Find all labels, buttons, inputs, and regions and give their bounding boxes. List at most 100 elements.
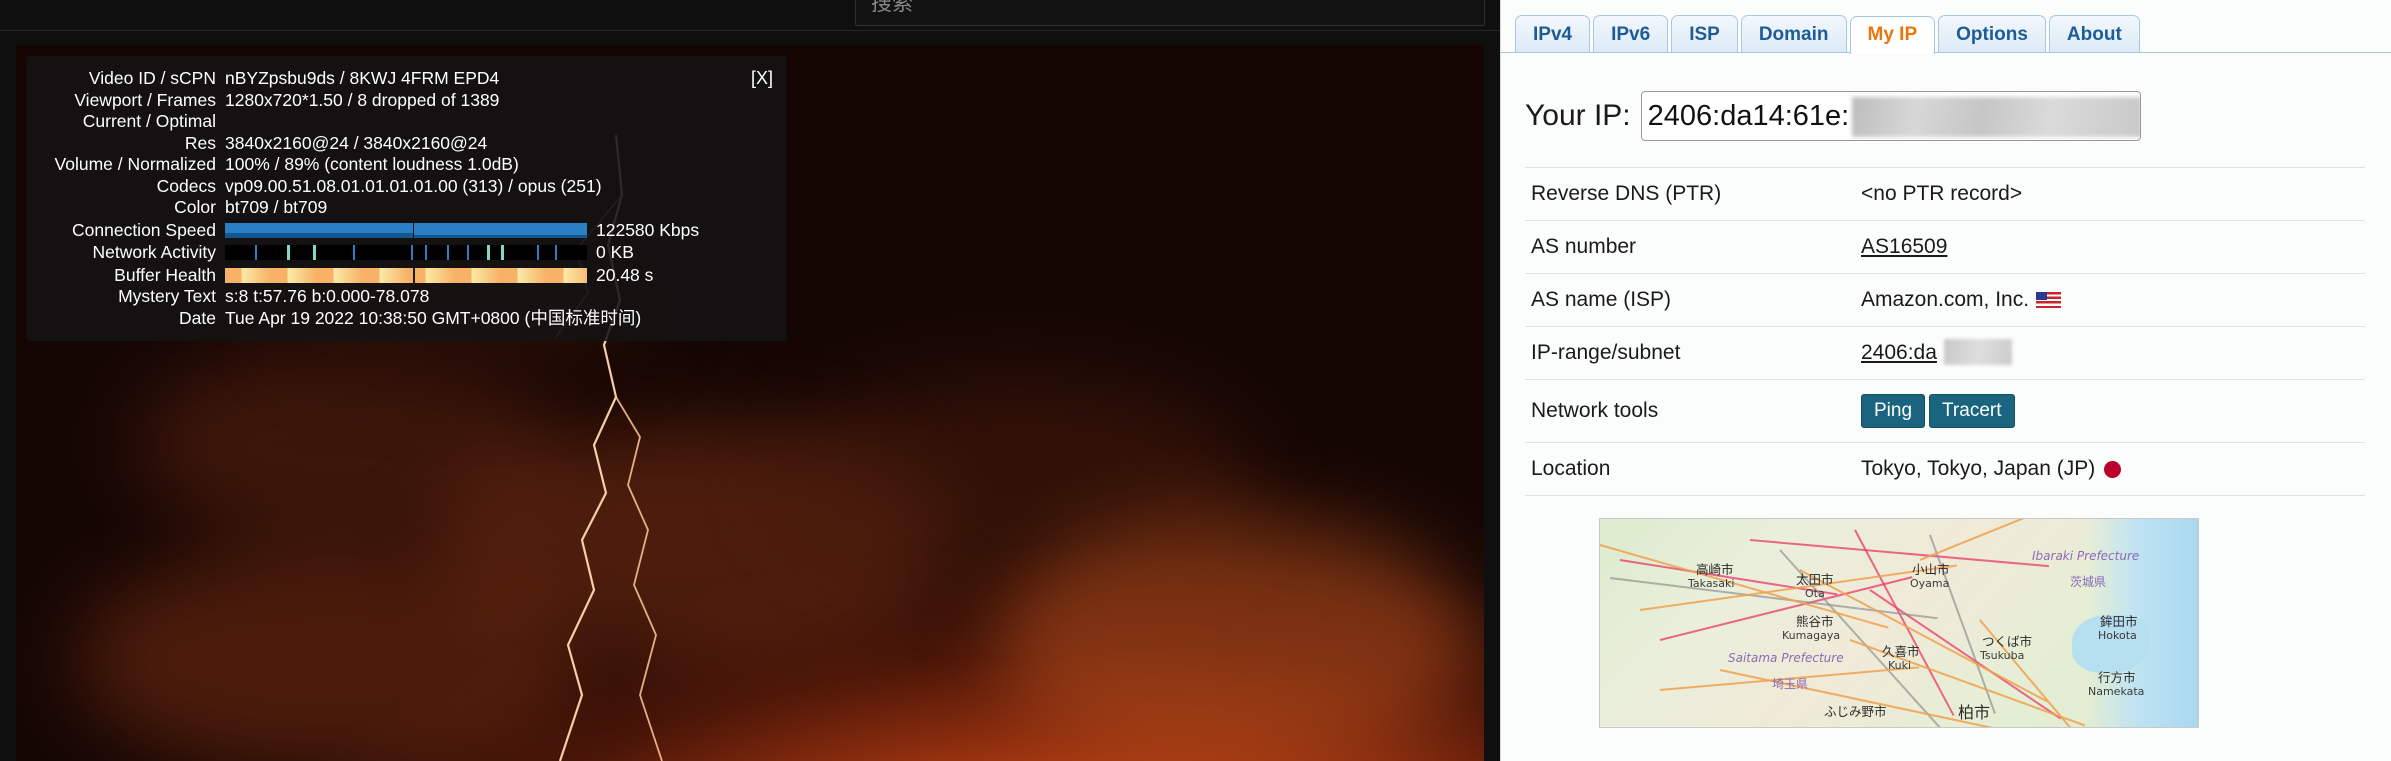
- buffer-health-graph: [225, 267, 587, 283]
- map-label-ota: Ota: [1805, 587, 1825, 600]
- detail-key: Network tools: [1525, 379, 1855, 443]
- tab-about[interactable]: About: [2048, 15, 2140, 53]
- map-label-tsukuba-jp: つくば市: [1982, 634, 2033, 649]
- detail-key: Location: [1525, 442, 1855, 496]
- stats-value: 3840x2160@24 / 3840x2160@24: [225, 132, 488, 153]
- map-label-saitama-jp: 埼玉県: [1772, 677, 1809, 691]
- map-label-kuki: Kuki: [1888, 659, 1912, 672]
- ip-range-link[interactable]: 2406:da: [1861, 341, 1937, 364]
- as-name-value: Amazon.com, Inc.: [1861, 288, 2030, 311]
- stats-label: Res: [184, 132, 216, 153]
- subnet-wrapper: 2406:da: [1861, 339, 2012, 365]
- detail-value-cell: Amazon.com, Inc.: [1855, 273, 2365, 327]
- browser-video-pane: 搜索 [X] Video ID / sCPN nBYZpsbu9ds / 8KW…: [0, 0, 1500, 761]
- stats-value: 122580 Kbps: [596, 219, 700, 240]
- detail-key: Reverse DNS (PTR): [1525, 167, 1855, 221]
- map-label-oyama-jp: 小山市: [1912, 562, 1950, 577]
- detail-key: IP-range/subnet: [1525, 326, 1855, 380]
- stats-value: vp09.00.51.08.01.01.01.01.00 (313) / opu…: [225, 175, 602, 196]
- stats-label: Network Activity: [92, 242, 217, 262]
- map-label-takasaki: Takasaki: [1688, 577, 1735, 590]
- table-row: AS number AS16509: [1525, 220, 2365, 274]
- stats-label: Video ID / sCPN: [88, 68, 216, 88]
- as-number-link[interactable]: AS16509: [1861, 235, 1947, 258]
- cloud-shape: [76, 545, 576, 761]
- table-row: Network tools Ping Tracert: [1525, 379, 2365, 443]
- your-ip-input[interactable]: 2406:da14:61e:: [1640, 91, 2141, 141]
- table-row: AS name (ISP) Amazon.com, Inc.: [1525, 273, 2365, 327]
- stats-row-date: Date Tue Apr 19 2022 10:38:50 GMT+0800 (…: [37, 308, 773, 330]
- stats-row-mystery-text: Mystery Text s:8 t:57.76 b:0.000-78.078: [37, 286, 773, 308]
- screen: 搜索 [X] Video ID / sCPN nBYZpsbu9ds / 8KW…: [0, 0, 2391, 761]
- stats-label: Codecs: [156, 175, 216, 196]
- tab-ipv4[interactable]: IPv4: [1515, 15, 1591, 53]
- stats-value: nBYZpsbu9ds / 8KWJ 4FRM EPD4: [225, 68, 500, 88]
- stats-row-video-id: Video ID / sCPN nBYZpsbu9ds / 8KWJ 4FRM …: [37, 68, 773, 90]
- connection-speed-graph: [225, 222, 587, 238]
- map-label-kumagaya-jp: 熊谷市: [1796, 614, 1834, 629]
- stats-label: Mystery Text: [118, 286, 216, 306]
- map-label-hokota: Hokota: [2098, 629, 2137, 642]
- detail-key: AS name (ISP): [1525, 273, 1855, 327]
- stats-value: 1280x720*1.50 / 8 dropped of 1389: [225, 89, 500, 110]
- map-label-kashiwa-jp: 柏市: [1958, 703, 1991, 722]
- stats-value: s:8 t:57.76 b:0.000-78.078: [225, 286, 430, 306]
- detail-key: AS number: [1525, 220, 1855, 274]
- search-input[interactable]: 搜索: [855, 0, 1485, 26]
- stats-row-codecs: Codecs vp09.00.51.08.01.01.01.01.00 (313…: [37, 176, 773, 198]
- map-label-namekata-jp: 行方市: [2098, 670, 2136, 685]
- stats-value: Tue Apr 19 2022 10:38:50 GMT+0800 (中国标准时…: [225, 307, 642, 328]
- cloud-shape: [996, 515, 1476, 761]
- detail-value-cell: Ping Tracert: [1855, 379, 2365, 443]
- close-icon[interactable]: [X]: [751, 68, 773, 88]
- map-label-namekata: Namekata: [2088, 685, 2145, 698]
- youtube-topbar: 搜索: [0, 0, 1500, 30]
- stats-value: 0 KB: [596, 242, 634, 262]
- tracert-button[interactable]: Tracert: [1929, 394, 2015, 428]
- detail-value-cell: AS16509: [1855, 220, 2365, 274]
- location-map[interactable]: 高崎市 Takasaki 太田市 Ota 小山市 Oyama Ibaraki P…: [1599, 518, 2199, 728]
- tab-isp[interactable]: ISP: [1671, 15, 1738, 53]
- ping-button[interactable]: Ping: [1861, 394, 1926, 428]
- stats-row-buffer-health: Buffer Health 20.48 s: [37, 265, 773, 287]
- stats-row-network-activity: Network Activity 0 KB: [37, 242, 773, 264]
- tab-ipv6[interactable]: IPv6: [1593, 15, 1669, 53]
- map-label-takasaki-jp: 高崎市: [1696, 562, 1734, 577]
- location-value: Tokyo, Tokyo, Japan (JP): [1861, 457, 2096, 480]
- video-player[interactable]: [X] Video ID / sCPN nBYZpsbu9ds / 8KWJ 4…: [16, 45, 1484, 761]
- map-label-tsukuba: Tsukuba: [1980, 649, 2025, 662]
- flag-jp-icon: [2104, 461, 2122, 478]
- map-label-kuki-jp: 久喜市: [1882, 644, 1920, 659]
- tab-my-ip[interactable]: My IP: [1849, 16, 1936, 54]
- map-label-ota-jp: 太田市: [1796, 572, 1834, 587]
- stats-for-nerds-overlay: [X] Video ID / sCPN nBYZpsbu9ds / 8KWJ 4…: [27, 56, 787, 341]
- my-ip-panel-body: Your IP: 2406:da14:61e: Reverse DNS (PTR…: [1501, 53, 2391, 728]
- stats-label: Color: [174, 197, 216, 217]
- stats-label: Current / Optimal: [82, 111, 216, 131]
- stats-label: Buffer Health: [114, 264, 216, 285]
- stats-row-volume: Volume / Normalized 100% / 89% (content …: [37, 154, 773, 176]
- redaction-overlay: [1944, 339, 2012, 365]
- stats-label: Connection Speed: [72, 219, 216, 240]
- map-label-hokota-jp: 鉾田市: [2100, 614, 2138, 629]
- tab-bar: IPv4 IPv6 ISP Domain My IP Options About: [1501, 0, 2391, 54]
- topbar-divider: [0, 30, 1500, 31]
- ip-details-table: Reverse DNS (PTR) <no PTR record> AS num…: [1525, 167, 2365, 496]
- stats-value: 100% / 89% (content loudness 1.0dB): [225, 154, 519, 174]
- stats-label: Viewport / Frames: [74, 89, 216, 110]
- detail-value: <no PTR record>: [1855, 167, 2365, 221]
- stats-label: Volume / Normalized: [54, 154, 216, 174]
- stats-row-viewport-frames: Viewport / Frames 1280x720*1.50 / 8 drop…: [37, 90, 773, 112]
- ip-lookup-extension-panel: IPv4 IPv6 ISP Domain My IP Options About…: [1500, 0, 2391, 761]
- table-row: Reverse DNS (PTR) <no PTR record>: [1525, 167, 2365, 221]
- network-activity-graph: [225, 245, 587, 261]
- redaction-overlay: [1851, 97, 2140, 137]
- table-row: Location Tokyo, Tokyo, Japan (JP): [1525, 442, 2365, 496]
- stats-value: bt709 / bt709: [225, 197, 328, 217]
- stats-row-color: Color bt709 / bt709: [37, 197, 773, 219]
- tab-domain[interactable]: Domain: [1740, 15, 1847, 53]
- map-label-ibaraki-jp: 茨城県: [2070, 575, 2107, 589]
- tab-options[interactable]: Options: [1938, 15, 2046, 53]
- detail-value-cell: Tokyo, Tokyo, Japan (JP): [1855, 442, 2365, 496]
- stats-row-res: Res 3840x2160@24 / 3840x2160@24: [37, 133, 773, 155]
